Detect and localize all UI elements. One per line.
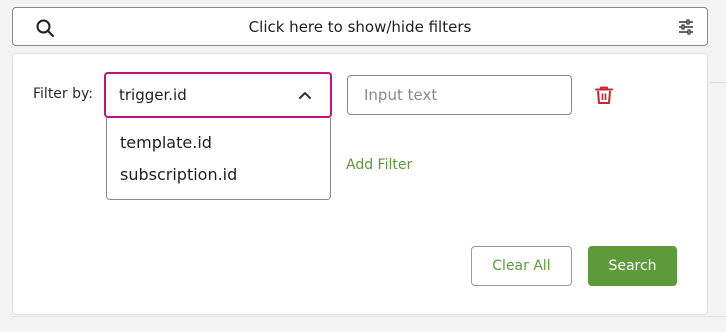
search-button[interactable]: Search [588,246,677,286]
filter-toggle-bar[interactable]: Click here to show/hide filters [12,7,708,46]
chevron-up-icon [299,92,311,99]
filter-field-select[interactable]: trigger.id [104,72,332,118]
filter-field-selected-value: trigger.id [119,86,187,104]
filter-by-label: Filter by: [33,86,93,102]
filter-field-dropdown: template.id subscription.id [106,118,331,200]
dropdown-option-template-id[interactable]: template.id [120,133,212,152]
dropdown-option-subscription-id[interactable]: subscription.id [120,165,237,184]
add-filter-link[interactable]: Add Filter [346,157,412,173]
filter-value-input[interactable] [347,75,572,115]
clear-all-button[interactable]: Clear All [471,246,572,286]
background-divider [709,82,726,83]
trash-icon[interactable] [594,85,614,105]
sliders-icon [679,19,693,35]
background-divider [12,316,726,317]
filter-toggle-label: Click here to show/hide filters [248,17,472,36]
